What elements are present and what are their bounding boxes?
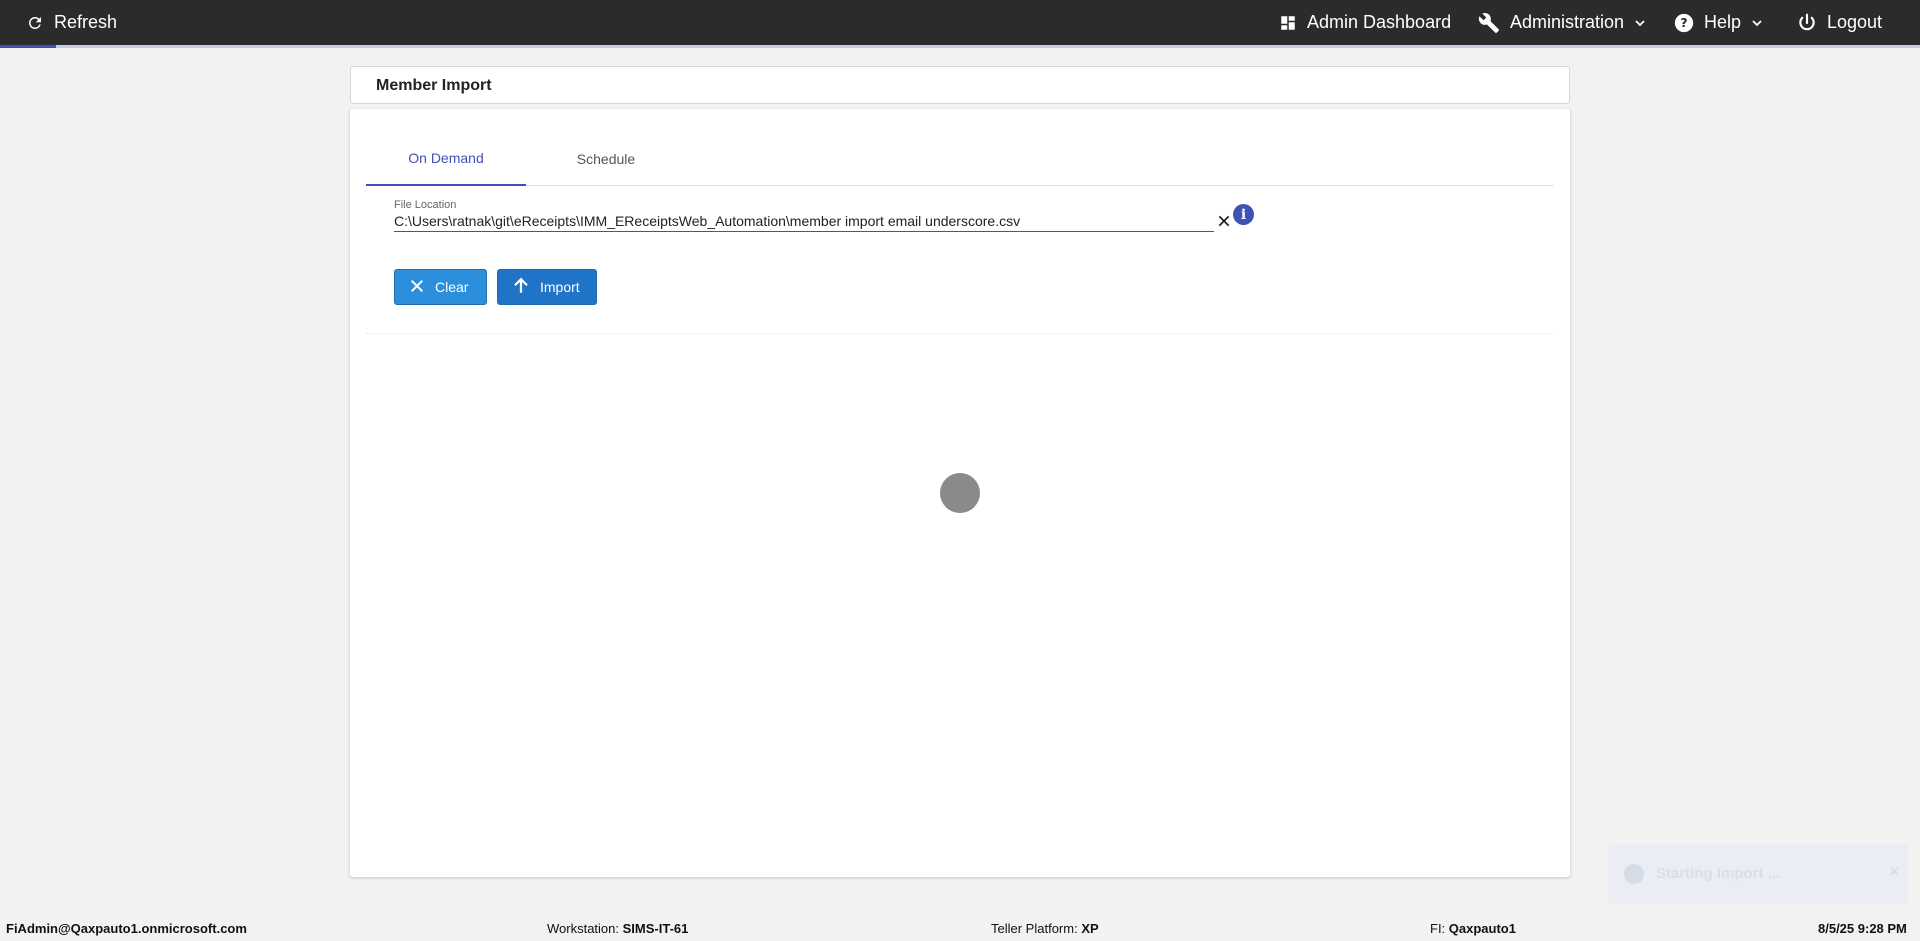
administration-label: Administration <box>1510 12 1625 32</box>
workstation-label: Workstation: <box>547 921 620 936</box>
toast-close-icon[interactable]: ✕ <box>1888 862 1901 882</box>
tab-bar: On Demand Schedule <box>366 131 1554 186</box>
clear-field-icon[interactable] <box>1216 213 1232 229</box>
top-nav-bar: Refresh Admin Dashboard Administration ?… <box>0 0 1920 48</box>
toast-notification: Starting Import ... ✕ <box>1608 844 1908 904</box>
footer-workstation: Workstation: SIMS-IT-61 <box>547 921 688 936</box>
fi-value: Qaxpauto1 <box>1448 921 1516 936</box>
loading-progress-bar <box>0 45 1920 48</box>
footer-datetime: 8/5/25 9:28 PM <box>1818 921 1907 936</box>
import-button-label: Import <box>540 279 580 295</box>
help-menu[interactable]: ? Help <box>1674 0 1763 45</box>
close-icon <box>409 278 425 297</box>
teller-platform-value: XP <box>1081 921 1099 936</box>
divider <box>366 333 1554 334</box>
power-icon <box>1797 13 1817 33</box>
chevron-down-icon <box>1634 17 1646 29</box>
admin-dashboard-label: Admin Dashboard <box>1307 12 1452 32</box>
loading-spinner <box>940 473 980 513</box>
page-title-card: Member Import <box>350 66 1570 104</box>
administration-menu[interactable]: Administration <box>1478 0 1646 45</box>
refresh-label: Refresh <box>54 12 118 32</box>
file-location-input[interactable] <box>394 210 1214 232</box>
clear-button-label: Clear <box>435 279 469 295</box>
clear-button[interactable]: Clear <box>394 269 487 305</box>
teller-platform-label: Teller Platform: <box>991 921 1078 936</box>
dashboard-icon <box>1279 14 1297 32</box>
import-button[interactable]: Import <box>497 269 597 305</box>
tab-schedule[interactable]: Schedule <box>526 131 686 186</box>
help-label: Help <box>1704 12 1742 32</box>
footer-fi: FI: Qaxpauto1 <box>1430 921 1516 936</box>
arrow-up-icon <box>512 277 530 298</box>
page-title: Member Import <box>376 77 492 94</box>
info-icon[interactable]: i <box>1233 204 1254 225</box>
workstation-value: SIMS-IT-61 <box>622 921 689 936</box>
help-icon: ? <box>1674 13 1694 33</box>
file-location-field: File Location <box>394 187 1236 238</box>
refresh-button[interactable]: Refresh <box>26 0 117 45</box>
refresh-icon <box>26 14 44 32</box>
toast-message: Starting Import ... <box>1656 865 1781 882</box>
svg-text:?: ? <box>1680 15 1687 30</box>
logout-label: Logout <box>1827 12 1883 32</box>
footer-user: FiAdmin@Qaxpauto1.onmicrosoft.com <box>6 921 247 936</box>
status-footer: FiAdmin@Qaxpauto1.onmicrosoft.com Workst… <box>0 914 1920 941</box>
chevron-down-icon <box>1751 17 1763 29</box>
admin-dashboard-link[interactable]: Admin Dashboard <box>1279 0 1451 45</box>
info-icon <box>1624 864 1644 884</box>
fi-label: FI: <box>1430 921 1446 936</box>
tab-on-demand[interactable]: On Demand <box>366 131 526 186</box>
wrench-icon <box>1478 12 1500 34</box>
footer-teller-platform: Teller Platform: XP <box>991 921 1099 936</box>
logout-button[interactable]: Logout <box>1797 0 1882 45</box>
